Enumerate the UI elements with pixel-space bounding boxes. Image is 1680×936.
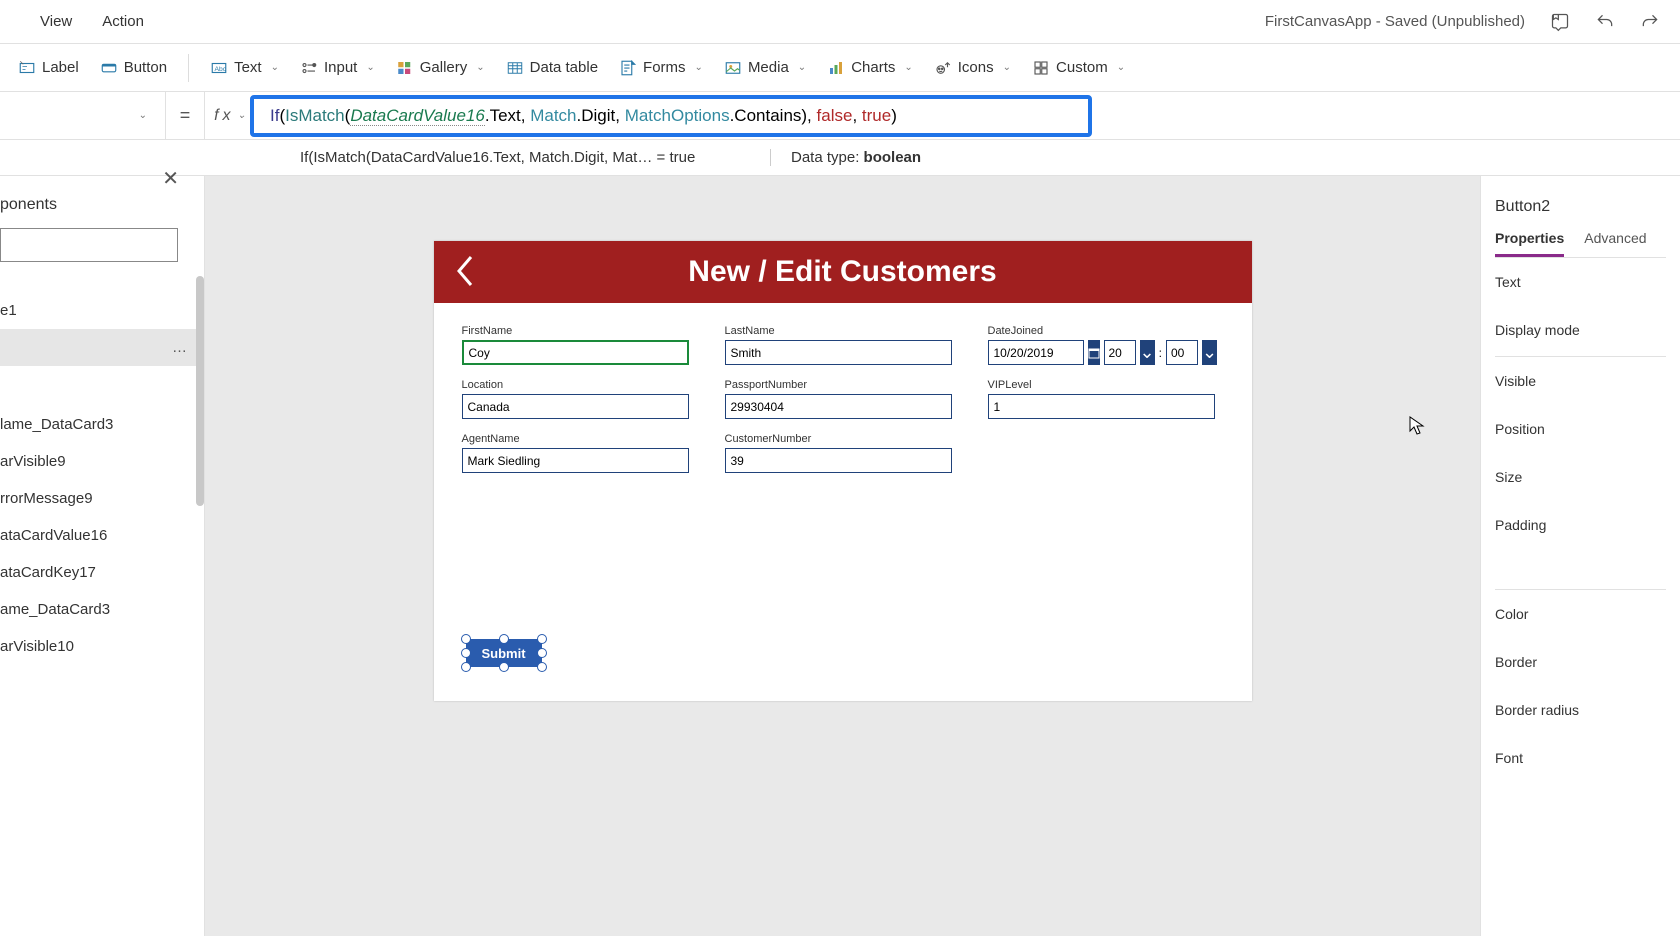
- tree-item[interactable]: rrorMessage9: [0, 480, 204, 517]
- hour-input[interactable]: [1104, 340, 1136, 365]
- location-label: Location: [462, 379, 689, 391]
- location-input[interactable]: [462, 394, 689, 419]
- passport-input[interactable]: [725, 394, 952, 419]
- datejoined-label: DateJoined: [988, 325, 1215, 337]
- ribbon-text[interactable]: Abc Text⌄: [202, 55, 287, 81]
- back-icon[interactable]: [452, 253, 478, 297]
- tree-item[interactable]: ame_DataCard3: [0, 591, 204, 628]
- ribbon-label[interactable]: Label: [10, 55, 87, 81]
- prop-color[interactable]: Color: [1495, 589, 1666, 638]
- prop-size[interactable]: Size: [1495, 453, 1666, 501]
- formula-result-expr: If(IsMatch(DataCardValue16.Text, Match.D…: [300, 149, 770, 166]
- app-title: New / Edit Customers: [688, 255, 996, 289]
- ribbon-custom[interactable]: Custom⌄: [1024, 55, 1133, 81]
- firstname-input[interactable]: [462, 340, 689, 365]
- formula-input[interactable]: If(IsMatch(DataCardValue16.Text, Match.D…: [260, 106, 897, 126]
- more-icon: …: [172, 339, 189, 356]
- undo-icon[interactable]: [1595, 12, 1615, 32]
- tree-item[interactable]: ataCardKey17: [0, 554, 204, 591]
- tree-item[interactable]: arVisible10: [0, 628, 204, 665]
- menu-view[interactable]: View: [40, 13, 72, 30]
- tree-item[interactable]: e1: [0, 292, 204, 329]
- custnum-input[interactable]: [725, 448, 952, 473]
- ribbon-toolbar: Label Button Abc Text⌄ Input⌄ Gallery⌄ D…: [0, 44, 1680, 92]
- passport-label: PassportNumber: [725, 379, 952, 391]
- ribbon-media[interactable]: Media⌄: [716, 55, 814, 81]
- menu-action[interactable]: Action: [102, 13, 144, 30]
- time-colon: :: [1159, 346, 1162, 360]
- submit-button-selected[interactable]: Submit: [466, 639, 542, 667]
- redo-icon[interactable]: [1640, 12, 1660, 32]
- ribbon-datatable[interactable]: Data table: [498, 55, 606, 81]
- ribbon-input[interactable]: Input⌄: [292, 55, 383, 81]
- firstname-label: FirstName: [462, 325, 689, 337]
- prop-position[interactable]: Position: [1495, 405, 1666, 453]
- property-selector[interactable]: ⌄: [0, 92, 165, 139]
- selected-control-name: Button2: [1495, 198, 1666, 216]
- prop-border-radius[interactable]: Border radius: [1495, 686, 1666, 734]
- datejoined-input[interactable]: [988, 340, 1084, 365]
- tree-item[interactable]: lame_DataCard3: [0, 406, 204, 443]
- ribbon-forms[interactable]: Forms⌄: [611, 55, 711, 81]
- close-icon[interactable]: ✕: [162, 166, 179, 191]
- tree-item-selected[interactable]: …: [0, 329, 204, 366]
- prop-text[interactable]: Text: [1495, 258, 1666, 306]
- custnum-label: CustomerNumber: [725, 433, 952, 445]
- app-header: New / Edit Customers: [434, 241, 1252, 303]
- ribbon-icons[interactable]: Icons⌄: [926, 55, 1019, 81]
- prop-visible[interactable]: Visible: [1495, 356, 1666, 405]
- prop-padding[interactable]: Padding: [1495, 501, 1666, 549]
- prop-border[interactable]: Border: [1495, 638, 1666, 686]
- tree-item[interactable]: ataCardValue16: [0, 517, 204, 554]
- top-menu-bar: View Action FirstCanvasApp - Saved (Unpu…: [0, 0, 1680, 44]
- tree-search-input[interactable]: [0, 228, 178, 262]
- app-status: FirstCanvasApp - Saved (Unpublished): [1265, 13, 1525, 30]
- tree-view-pane: ✕ ponents e1 … lame_DataCard3 arVisible9…: [0, 176, 205, 936]
- health-icon[interactable]: [1550, 12, 1570, 32]
- minute-input[interactable]: [1166, 340, 1198, 365]
- lastname-input[interactable]: [725, 340, 952, 365]
- formula-result-type: Data type: boolean: [770, 149, 921, 166]
- tree-item[interactable]: arVisible9: [0, 443, 204, 480]
- canvas-area: New / Edit Customers FirstName LastName …: [205, 176, 1480, 936]
- calendar-icon[interactable]: [1088, 340, 1100, 365]
- agent-label: AgentName: [462, 433, 689, 445]
- lastname-label: LastName: [725, 325, 952, 337]
- prop-font[interactable]: Font: [1495, 734, 1666, 782]
- minute-dropdown-icon[interactable]: ⌄: [1202, 340, 1217, 365]
- app-preview: New / Edit Customers FirstName LastName …: [434, 241, 1252, 701]
- scrollbar[interactable]: [196, 276, 204, 506]
- prop-display-mode[interactable]: Display mode: [1495, 306, 1666, 354]
- tab-properties[interactable]: Properties: [1495, 230, 1564, 257]
- vip-label: VIPLevel: [988, 379, 1215, 391]
- properties-pane: Button2 Properties Advanced Text Display…: [1480, 176, 1680, 936]
- formula-bar: ⌄ = fx ⌄ If(IsMatch(DataCardValue16.Text…: [0, 92, 1680, 140]
- vip-input[interactable]: [988, 394, 1215, 419]
- tab-advanced[interactable]: Advanced: [1584, 230, 1646, 257]
- formula-result-bar: If(IsMatch(DataCardValue16.Text, Match.D…: [0, 140, 1680, 176]
- agent-input[interactable]: [462, 448, 689, 473]
- ribbon-charts[interactable]: Charts⌄: [819, 55, 921, 81]
- svg-text:Abc: Abc: [215, 66, 227, 73]
- fx-icon[interactable]: fx ⌄: [205, 107, 255, 125]
- ribbon-gallery[interactable]: Gallery⌄: [388, 55, 493, 81]
- cursor-icon: [1409, 416, 1425, 436]
- ribbon-button[interactable]: Button: [92, 55, 175, 81]
- hour-dropdown-icon[interactable]: ⌄: [1140, 340, 1155, 365]
- equals-sign: =: [165, 92, 205, 139]
